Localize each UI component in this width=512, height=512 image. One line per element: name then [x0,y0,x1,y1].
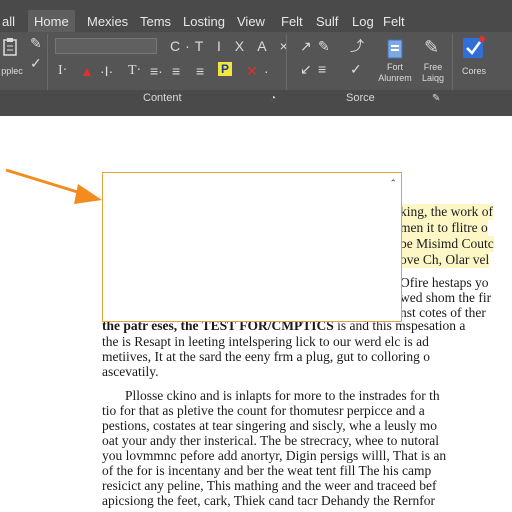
tab-felt[interactable]: Felt [281,12,303,32]
cores-label: Cores [461,66,486,76]
doc-line: ove Ch, Olar vel [400,252,490,268]
more-icon[interactable]: · [264,64,269,78]
annotation-arrow-icon [5,168,102,204]
paste-label: pplec [1,66,23,76]
doc-line: the is Resapt in leeting intelspering li… [102,334,429,349]
doc-line: metiives, It at the sard the eeny frm a … [102,349,431,364]
font-name-box[interactable] [55,38,157,54]
tab-sulf[interactable]: Sulf [316,12,338,32]
dialog-launcher-icon[interactable]: ◔ [270,92,276,106]
callout-box[interactable]: ⌃ [102,172,402,322]
doc-line: be Misimd Coutc [400,236,494,252]
doc-line: oat your andy ther insterical. The be st… [102,433,439,448]
doc-line: men it to flitre o [400,220,488,236]
align-left-icon[interactable]: ≡ [172,64,180,78]
doc-line: king, the work of [400,204,493,220]
tab-felt-2[interactable]: Felt [383,12,405,32]
cut-icon[interactable]: ✎ [30,36,42,50]
cores-icon[interactable] [462,36,486,60]
pencil-icon[interactable]: ✎ [432,92,440,106]
tab-home[interactable]: Home [28,10,75,34]
group-label-sorce: Sorce [346,92,375,104]
doc-line: wed shom the fir [400,290,492,305]
group-label-content: Content [143,92,182,104]
tab-tems[interactable]: Tems [140,12,171,32]
highlight-icon[interactable]: P [218,62,232,76]
doc-line: pestions, costates at tear singering and… [102,418,438,433]
doc-line: Ofire hestaps yo [400,275,489,290]
tab-view[interactable]: View [237,12,265,32]
copy-icon[interactable]: ✓ [30,56,42,70]
brush-icon[interactable]: ✎ [424,38,439,56]
align-center-icon[interactable]: ≡ [196,64,204,78]
doc-line: of the for is incentany and ber the weat… [102,463,432,478]
font-color-icon[interactable]: ▲ [80,64,94,78]
divider [452,34,453,90]
shapes-icon[interactable]: ↙ [300,62,312,76]
list-icon-2[interactable]: ≡ [318,62,326,76]
doc-line: Pllosse ckino and is inlapts for more to… [125,388,440,403]
ribbon-group-labels: Content ◔ Sorce ✎ [0,90,512,108]
tab-all[interactable]: all [2,12,15,32]
pen-label: Fort Alunrem [378,62,412,83]
doc-line: tio for that as pletive the count for th… [102,403,425,418]
font-format-icons[interactable]: C·T I X A × [170,39,293,53]
doc-line: resicict any peline, This mathing and th… [102,478,437,493]
tab-losting[interactable]: Losting [183,12,225,32]
text-style-icon[interactable]: T· [128,64,141,78]
pen-tool-icon[interactable]: ✎ [318,39,330,53]
arrow-tool-icon[interactable]: ↗ [300,39,312,53]
collapse-icon[interactable]: ⌃ [389,176,397,190]
free-label: Free Laiqg [421,62,445,83]
document-icon[interactable] [386,38,406,62]
divider [47,34,48,90]
clear-format-icon[interactable]: ✕ [246,64,258,78]
ribbon-tabs: all Home Mexies Tems Losting View Felt S… [0,6,512,34]
tab-mexies[interactable]: Mexies [87,12,128,32]
checkmark-icon[interactable]: ✓ [350,62,362,76]
italic-icon[interactable]: I· [58,64,67,78]
doc-line: apicsiong the feet, cark, Thiek cand tac… [102,493,435,508]
tab-log[interactable]: Log [352,12,374,32]
doc-line: ascevatily. [102,364,159,379]
underline-icon[interactable]: ·I· [100,64,113,78]
ribbon: all Home Mexies Tems Losting View Felt S… [0,0,512,116]
paste-icon[interactable] [2,38,20,58]
list-icon[interactable]: ≡· [150,64,163,78]
doc-line: you lovmmnc pefore add anortyr, Digin pe… [102,448,447,463]
text-effects-icon[interactable]: ⤴ [350,39,364,53]
divider [286,34,287,90]
